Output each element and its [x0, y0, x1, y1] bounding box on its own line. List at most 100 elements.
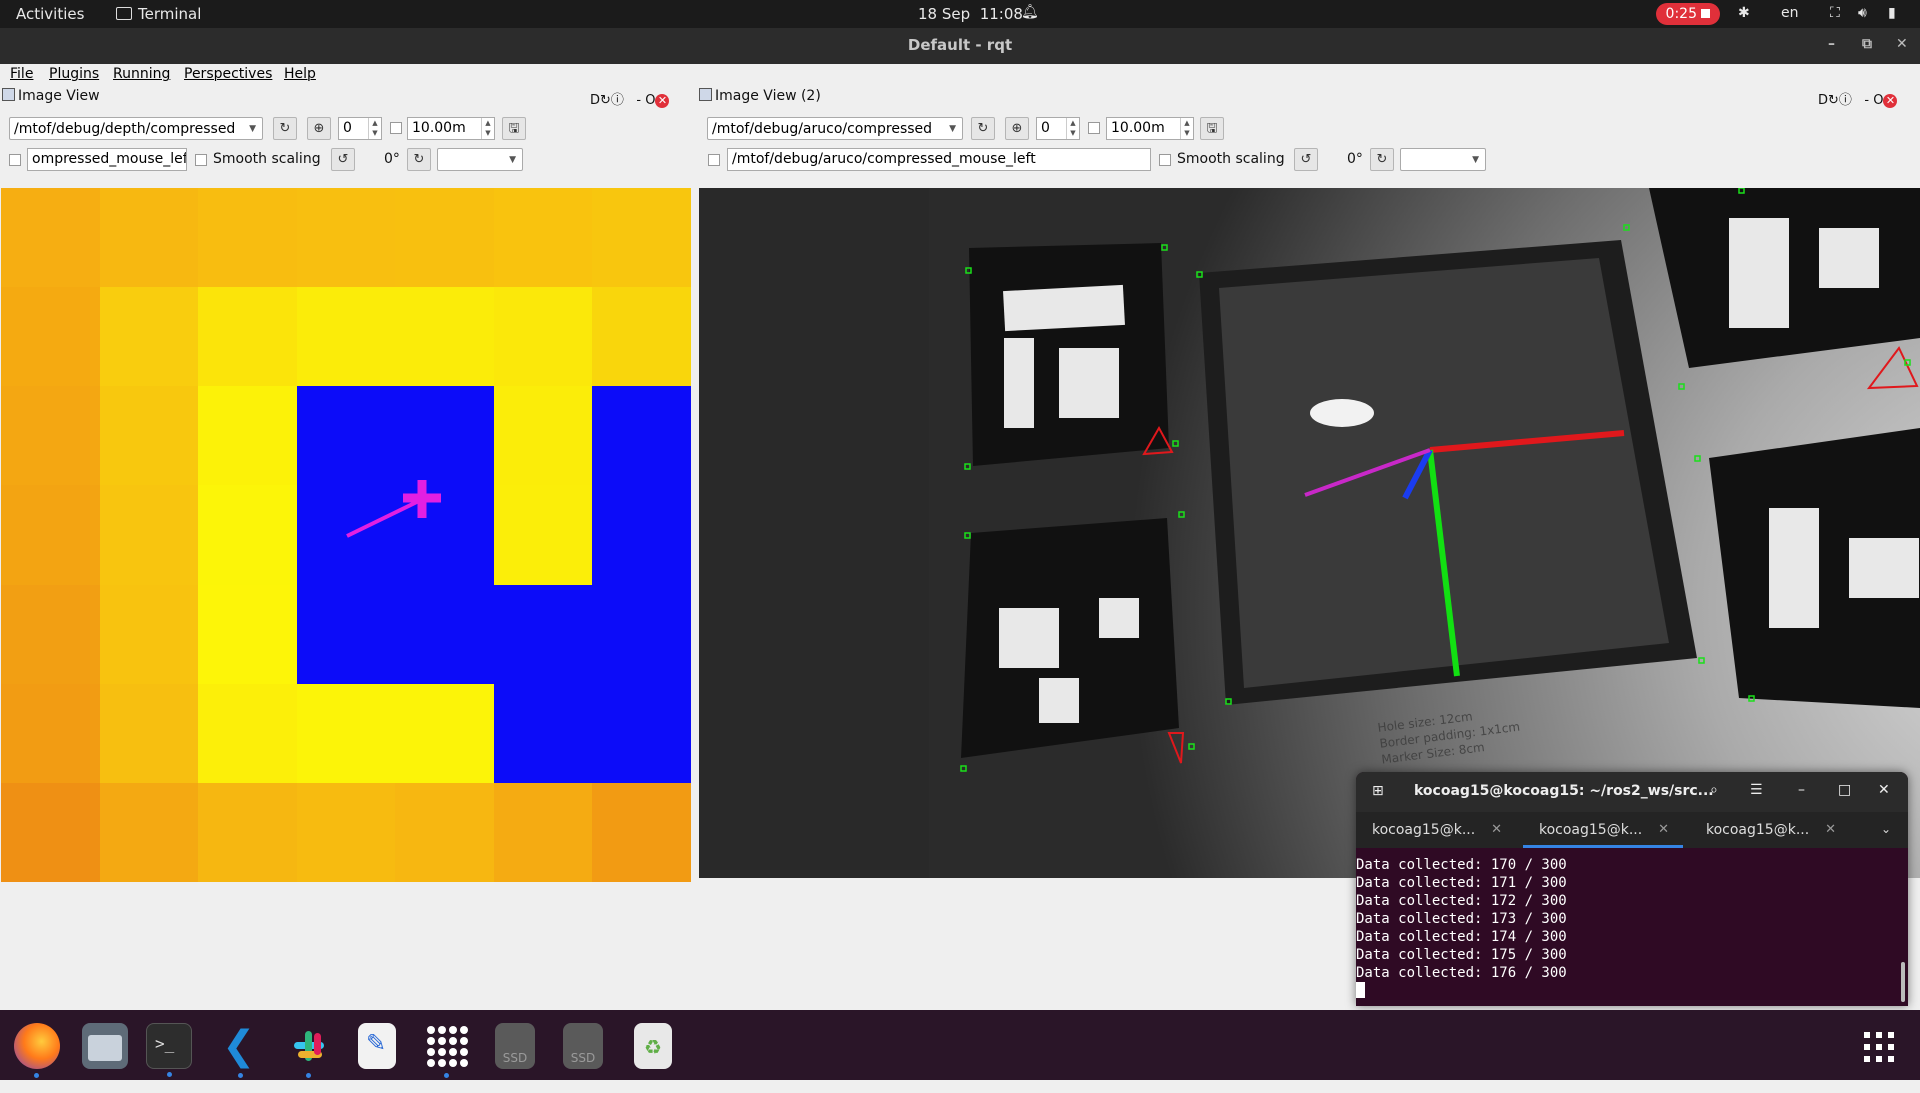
- menu-perspectives[interactable]: Perspectives: [184, 66, 272, 82]
- float-panel-icon[interactable]: O: [645, 93, 655, 108]
- terminal-tab[interactable]: kocoag15@k... ✕: [1356, 812, 1516, 848]
- close-panel-icon[interactable]: ✕: [1883, 94, 1898, 108]
- topic-select[interactable]: /mtof/debug/aruco/compressed ▼: [707, 117, 963, 140]
- menu-help[interactable]: Help: [284, 66, 316, 82]
- chevron-down-icon[interactable]: ⌄: [1881, 822, 1891, 836]
- max-range-checkbox[interactable]: [1088, 122, 1100, 134]
- panel-title-image-view-2[interactable]: Image View (2): [699, 88, 821, 110]
- close-icon[interactable]: ✕: [1878, 782, 1890, 798]
- hamburger-menu-icon[interactable]: ☰: [1750, 782, 1763, 798]
- terminal-icon[interactable]: >_: [146, 1023, 192, 1077]
- dock-button[interactable]: D: [1818, 93, 1828, 108]
- ssd-drive-icon-2[interactable]: SSD: [563, 1023, 603, 1069]
- smooth-scaling-checkbox[interactable]: [195, 154, 207, 166]
- slack-icon[interactable]: [286, 1023, 332, 1078]
- close-tab-icon[interactable]: ✕: [1658, 812, 1669, 848]
- chevron-down-icon: ▼: [949, 124, 956, 134]
- rotate-right-button[interactable]: ↻: [1370, 148, 1394, 171]
- terminal-tabs: kocoag15@k... ✕ kocoag15@k... ✕ kocoag15@k…: [1356, 812, 1908, 848]
- ssd-drive-icon[interactable]: SSD: [495, 1023, 535, 1069]
- menu-running[interactable]: Running: [113, 66, 170, 82]
- spin-arrows-icon[interactable]: ▲ ▼: [1180, 118, 1193, 139]
- close-tab-icon[interactable]: ✕: [1825, 812, 1836, 848]
- terminal-scrollbar[interactable]: [1901, 962, 1905, 1002]
- reload-icon[interactable]: ↻: [1828, 93, 1839, 108]
- smooth-scaling-checkbox[interactable]: [1159, 154, 1171, 166]
- terminal-tab[interactable]: kocoag15@k... ✕: [1523, 812, 1683, 848]
- spin-arrows-icon[interactable]: ▲ ▼: [1066, 118, 1079, 139]
- save-image-button[interactable]: 🖫︎: [1200, 117, 1224, 140]
- spin-arrows-icon[interactable]: ▲ ▼: [368, 118, 381, 139]
- max-range-spinbox[interactable]: 10.00m ▲ ▼: [407, 117, 495, 140]
- clock[interactable]: 18 Sep 11:08: [918, 5, 1023, 23]
- rotate-left-button[interactable]: ↺: [331, 148, 355, 171]
- zoom-spinbox[interactable]: 0 ▲ ▼: [338, 117, 382, 140]
- volume-icon[interactable]: 🔊︎: [1858, 5, 1867, 21]
- files-icon[interactable]: [82, 1023, 128, 1069]
- text-editor-icon[interactable]: ✎: [358, 1023, 396, 1069]
- help-icon[interactable]: ⓘ: [1839, 93, 1852, 108]
- mouse-topic-input[interactable]: ompressed_mouse_left: [27, 148, 187, 171]
- minimize-panel-icon[interactable]: -: [636, 93, 641, 108]
- spin-arrows-icon[interactable]: ▲ ▼: [481, 118, 494, 139]
- max-range-spinbox[interactable]: 10.00m ▲ ▼: [1106, 117, 1194, 140]
- terminal-output[interactable]: Data collected: 170 / 300 Data collected…: [1356, 856, 1908, 998]
- rotate-left-button[interactable]: ↺: [1294, 148, 1318, 171]
- firefox-icon[interactable]: [14, 1023, 60, 1078]
- depth-image-view[interactable]: [1, 188, 691, 882]
- settings-icon[interactable]: ✱: [1738, 5, 1750, 21]
- colormap-select[interactable]: ▼: [437, 148, 523, 171]
- terminal-small-icon: [116, 7, 132, 20]
- save-image-button[interactable]: 🖫︎: [502, 117, 526, 140]
- max-range-checkbox[interactable]: [390, 122, 402, 134]
- vscode-icon[interactable]: ❮: [218, 1023, 264, 1078]
- menu-plugins[interactable]: Plugins: [49, 66, 99, 82]
- close-tab-icon[interactable]: ✕: [1491, 812, 1502, 848]
- zoom-icon[interactable]: ⊕: [1005, 117, 1029, 140]
- help-icon[interactable]: ⓘ: [611, 93, 624, 108]
- activities-button[interactable]: Activities: [16, 5, 84, 23]
- panel-title-image-view[interactable]: Image View: [2, 88, 100, 110]
- window-titlebar[interactable]: Default - rqt – ⧉ ✕: [0, 28, 1920, 64]
- recording-indicator[interactable]: 0:25: [1656, 3, 1720, 25]
- menu-file[interactable]: File: [10, 66, 33, 82]
- rotate-right-button[interactable]: ↻: [407, 148, 431, 171]
- terminal-tab[interactable]: kocoag15@k... ✕: [1690, 812, 1850, 848]
- dock-button[interactable]: D: [590, 93, 600, 108]
- focused-app-menu[interactable]: Terminal: [116, 5, 201, 23]
- app-grid-icon[interactable]: [1864, 1032, 1894, 1062]
- zoom-icon[interactable]: ⊕: [307, 117, 331, 140]
- minimize-icon[interactable]: –: [1798, 782, 1805, 798]
- light-reflection: [1310, 399, 1374, 427]
- search-icon[interactable]: ⌕: [1710, 782, 1718, 798]
- colormap-select[interactable]: ▼: [1400, 148, 1486, 171]
- mouse-topic-input[interactable]: /mtof/debug/aruco/compressed_mouse_left: [727, 148, 1151, 171]
- minimize-panel-icon[interactable]: -: [1864, 93, 1869, 108]
- marker-cell: [1003, 284, 1125, 332]
- network-icon[interactable]: ⛶: [1830, 5, 1840, 21]
- minimize-icon[interactable]: –: [1828, 36, 1835, 52]
- close-panel-icon[interactable]: ✕: [655, 94, 670, 108]
- terminal-headerbar[interactable]: ⊞ kocoag15@kocoag15: ~/ros2_ws/src... ⌕ …: [1356, 772, 1908, 812]
- show-apps-grid-icon[interactable]: [424, 1023, 470, 1078]
- bell-icon[interactable]: 🔔︎: [1021, 4, 1039, 20]
- publish-mouse-checkbox[interactable]: [9, 154, 21, 166]
- terminal-window[interactable]: ⊞ kocoag15@kocoag15: ~/ros2_ws/src... ⌕ …: [1356, 772, 1908, 1006]
- zoom-spinbox[interactable]: 0 ▲ ▼: [1036, 117, 1080, 140]
- marker-cell: [1849, 538, 1919, 598]
- new-tab-icon[interactable]: ⊞: [1372, 783, 1384, 799]
- trash-icon[interactable]: ♻: [634, 1023, 672, 1069]
- refresh-topics-button[interactable]: ↻: [273, 117, 297, 140]
- close-icon[interactable]: ✕: [1896, 36, 1908, 52]
- float-panel-icon[interactable]: O: [1873, 93, 1883, 108]
- grid-dots: [427, 1026, 468, 1067]
- maximize-icon[interactable]: ⧉: [1862, 36, 1872, 52]
- language-indicator[interactable]: en: [1781, 5, 1799, 21]
- battery-icon[interactable]: ▮: [1888, 5, 1896, 21]
- panel-dock-buttons: D↻ⓘ - O ✕: [1818, 89, 1898, 108]
- refresh-topics-button[interactable]: ↻: [971, 117, 995, 140]
- publish-mouse-checkbox[interactable]: [708, 154, 720, 166]
- maximize-icon[interactable]: □: [1838, 782, 1851, 798]
- reload-icon[interactable]: ↻: [600, 93, 611, 108]
- topic-select[interactable]: /mtof/debug/depth/compressed ▼: [9, 117, 263, 140]
